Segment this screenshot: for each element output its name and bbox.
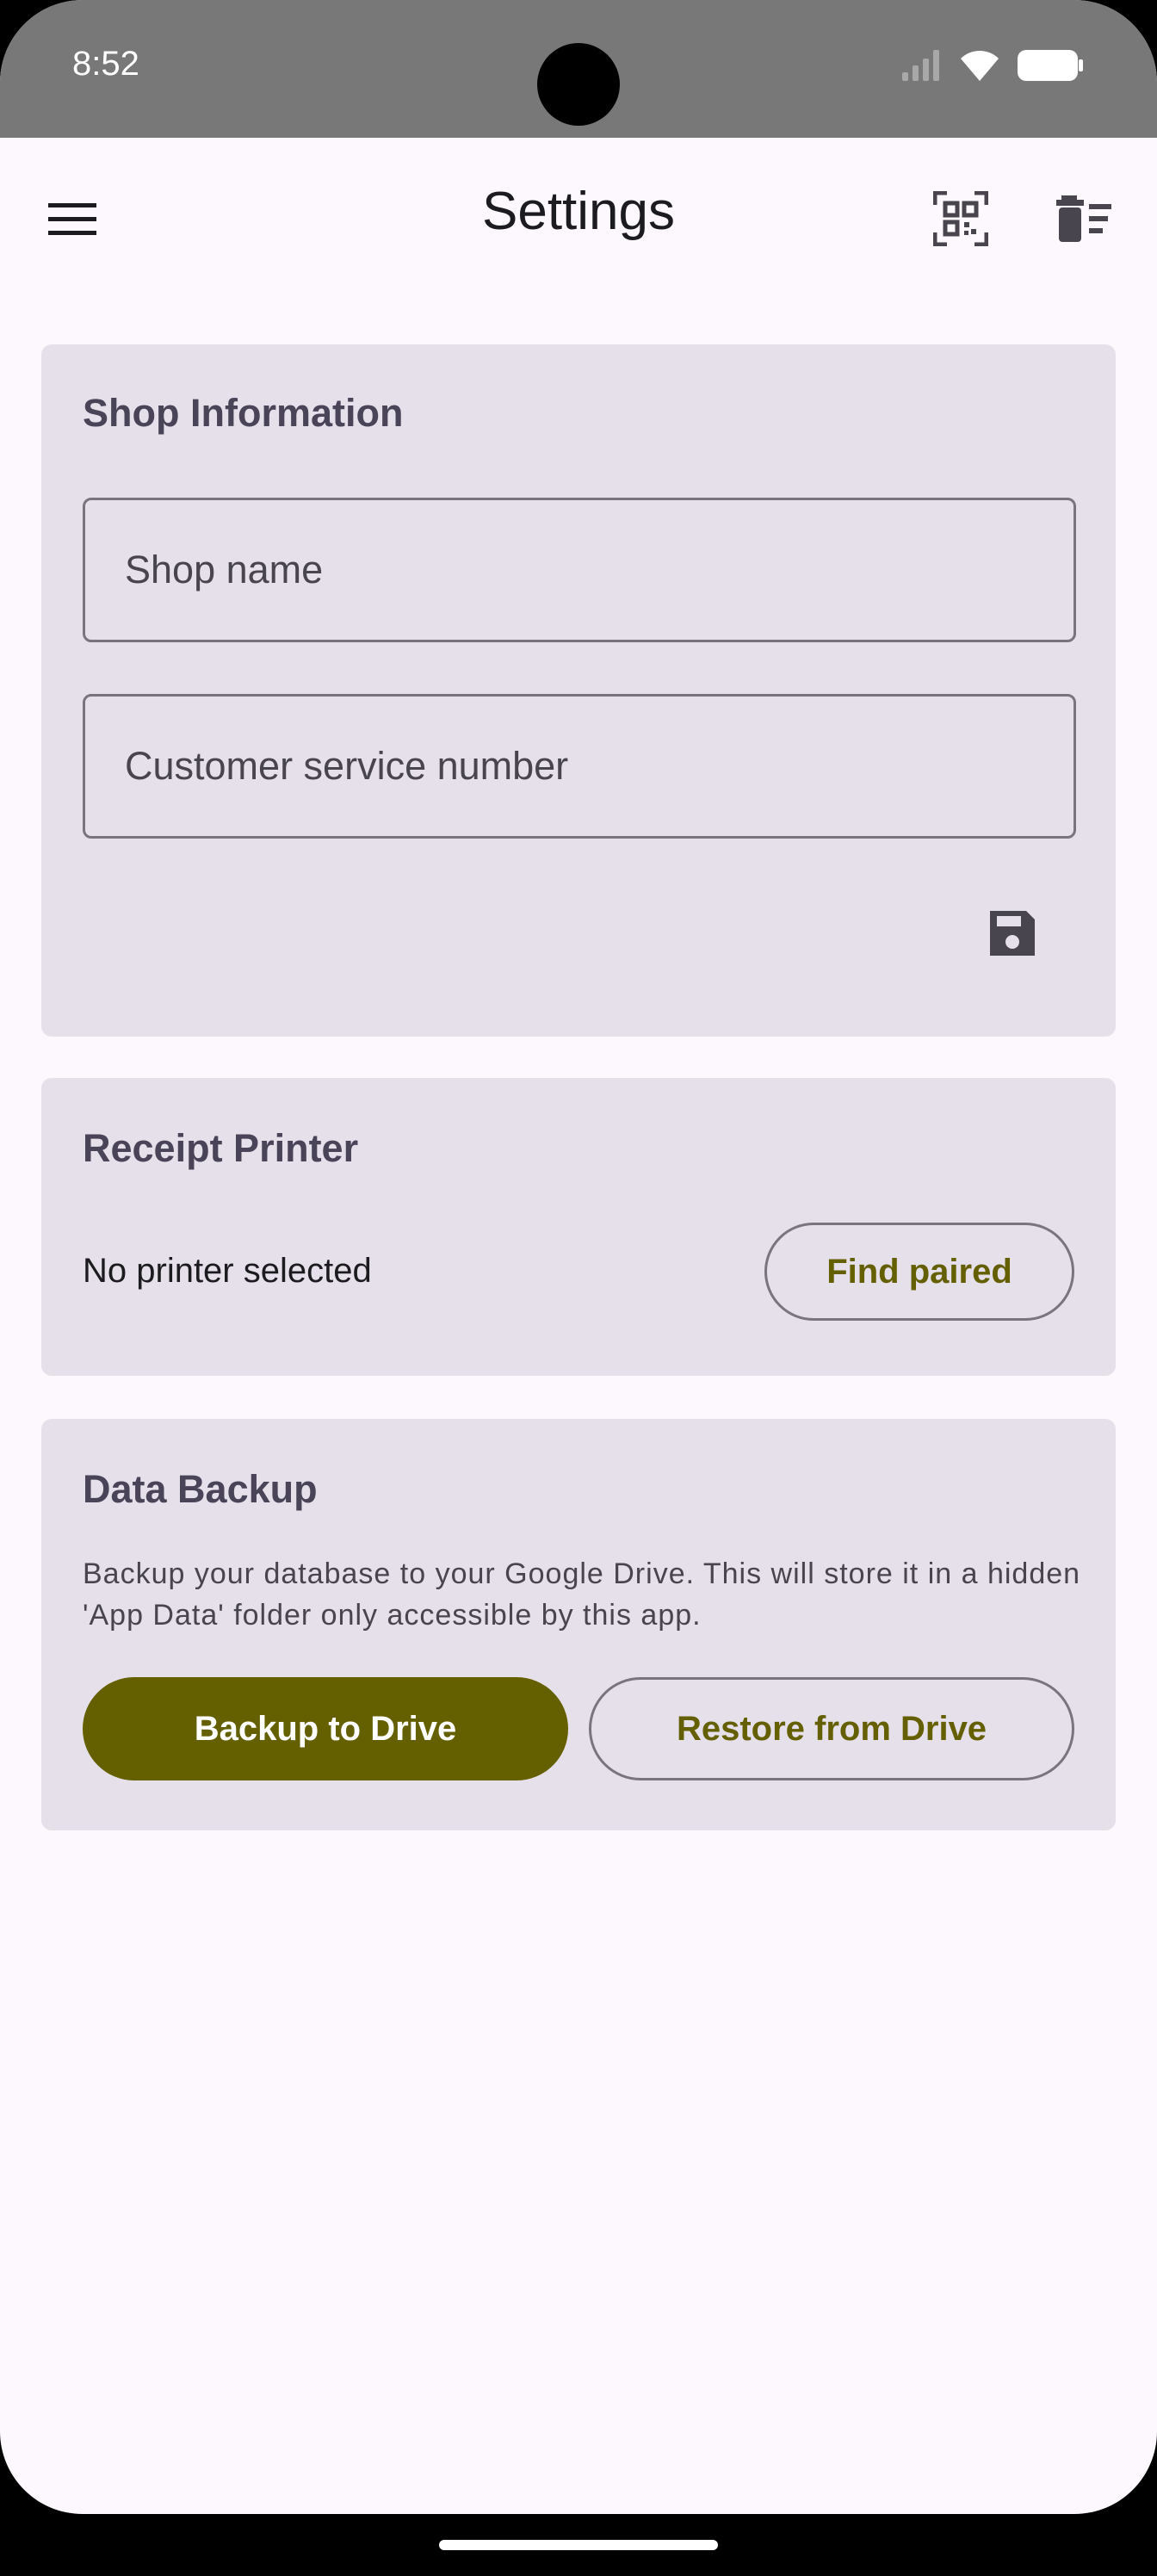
customer-service-number-input[interactable] xyxy=(85,697,1073,836)
phone-screen: 8:52 Settings Shop Information Shop name… xyxy=(0,0,1157,2514)
wifi-icon xyxy=(959,48,1000,87)
restore-from-drive-button[interactable]: Restore from Drive xyxy=(589,1677,1074,1780)
camera-cutout xyxy=(537,43,620,126)
shop-name-field[interactable] xyxy=(83,498,1076,642)
backup-description: Backup your database to your Google Driv… xyxy=(83,1557,1081,1632)
card-title: Data Backup xyxy=(83,1467,318,1511)
printer-status-text: No printer selected xyxy=(83,1252,372,1290)
find-paired-button[interactable]: Find paired xyxy=(764,1223,1074,1321)
home-indicator[interactable] xyxy=(439,2540,718,2550)
save-icon[interactable] xyxy=(971,892,1054,975)
signal-icon xyxy=(900,48,944,87)
status-bar: 8:52 xyxy=(0,0,1157,138)
card-title: Receipt Printer xyxy=(83,1126,359,1170)
status-icons xyxy=(900,48,1085,86)
delete-sweep-icon[interactable] xyxy=(1043,177,1126,260)
qr-code-scan-icon[interactable] xyxy=(919,177,1002,260)
shop-name-input[interactable] xyxy=(85,500,1073,640)
battery-icon xyxy=(1016,48,1085,87)
data-backup-card: Data Backup Backup your database to your… xyxy=(41,1419,1116,1830)
shop-information-card: Shop Information xyxy=(41,344,1116,1037)
status-time: 8:52 xyxy=(72,45,139,83)
receipt-printer-card: Receipt Printer No printer selected Find… xyxy=(41,1078,1116,1376)
backup-to-drive-button[interactable]: Backup to Drive xyxy=(83,1677,568,1780)
top-app-bar: Settings xyxy=(0,138,1157,301)
card-title: Shop Information xyxy=(83,391,404,435)
customer-service-number-field[interactable] xyxy=(83,694,1076,839)
